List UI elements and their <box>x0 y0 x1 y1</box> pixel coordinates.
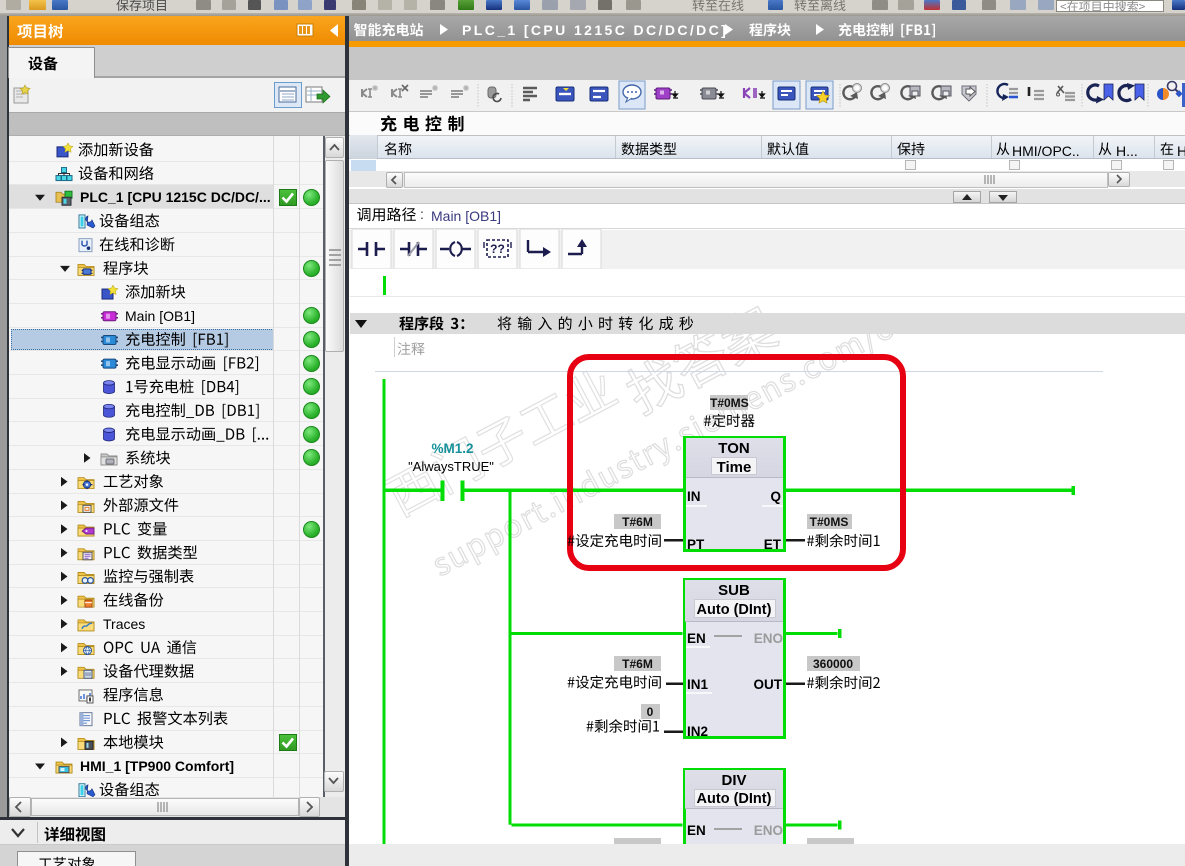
svg-text:??: ?? <box>490 242 505 256</box>
